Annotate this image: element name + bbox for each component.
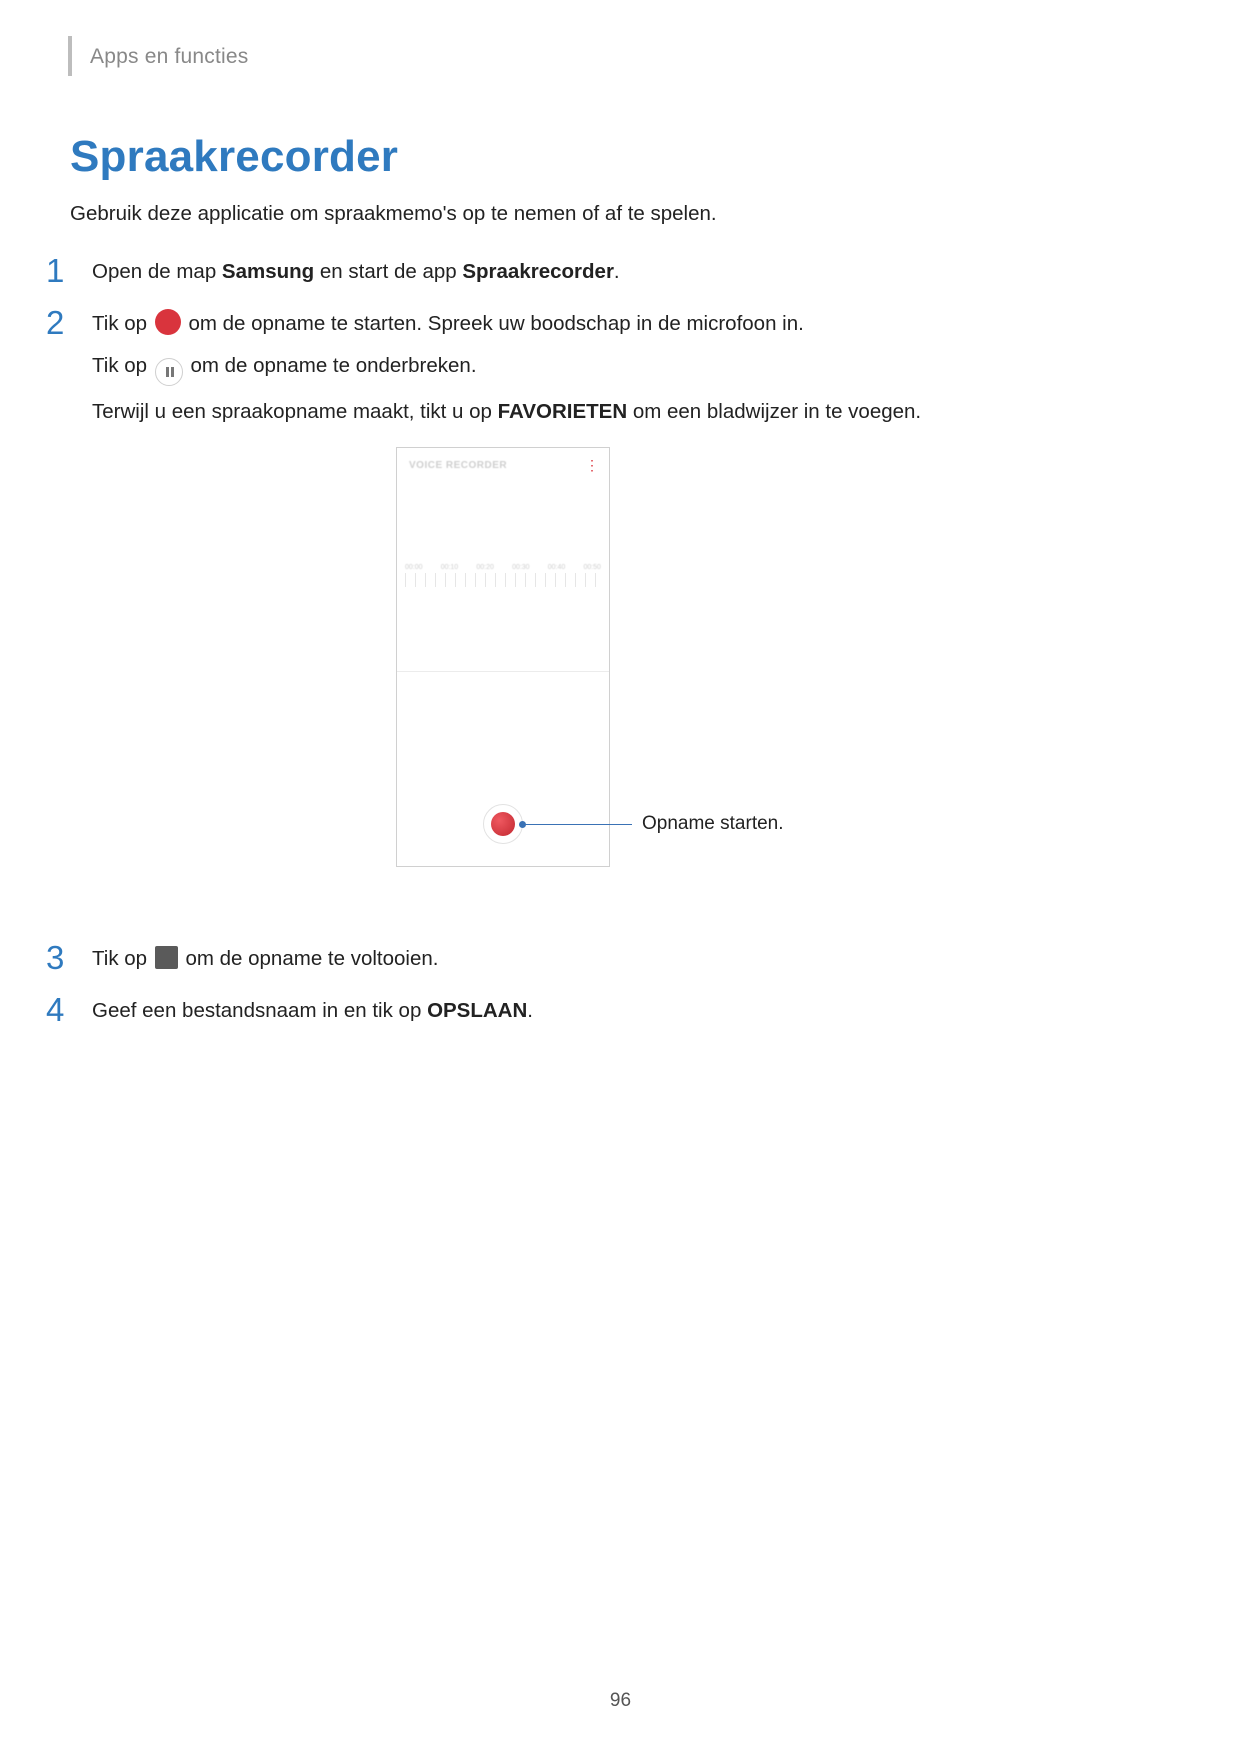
tick: 00:30 xyxy=(512,564,530,571)
figure-voice-recorder: VOICE RECORDER ⋮ 00:00 00:10 00:20 00:30… xyxy=(46,447,1171,907)
text: Tik op xyxy=(92,947,153,970)
tick: 00:40 xyxy=(548,564,566,571)
text: om een bladwijzer in te voegen. xyxy=(627,400,921,423)
phone-timeline: 00:00 00:10 00:20 00:30 00:40 00:50 xyxy=(397,564,609,587)
text: om de opname te onderbreken. xyxy=(185,354,477,377)
header-bar: Apps en functies xyxy=(68,38,1171,76)
tick: 00:20 xyxy=(476,564,494,571)
stop-icon xyxy=(155,946,178,969)
phone-separator xyxy=(397,671,609,672)
page-title: Spraakrecorder xyxy=(70,132,1171,182)
document-page: Apps en functies Spraakrecorder Gebruik … xyxy=(0,0,1241,1754)
step-1: 1 Open de map Samsung en start de app Sp… xyxy=(46,254,1171,288)
text: en start de app xyxy=(314,260,462,283)
header-rule xyxy=(68,36,72,76)
callout-label: Opname starten. xyxy=(642,813,784,835)
bold-text: Samsung xyxy=(222,260,314,283)
intro-paragraph: Gebruik deze applicatie om spraakmemo's … xyxy=(70,202,1171,226)
bold-text: Spraakrecorder xyxy=(462,260,614,283)
breadcrumb: Apps en functies xyxy=(90,45,248,69)
record-icon xyxy=(491,812,515,836)
bold-text: FAVORIETEN xyxy=(498,400,627,423)
more-icon: ⋮ xyxy=(585,458,599,472)
text: Tik op xyxy=(92,354,153,377)
tick: 00:00 xyxy=(405,564,423,571)
timeline-ticks: 00:00 00:10 00:20 00:30 00:40 00:50 xyxy=(405,564,601,571)
phone-header: VOICE RECORDER ⋮ xyxy=(397,448,609,478)
step-body: Tik op om de opname te voltooien. xyxy=(92,941,438,975)
phone-screenshot: VOICE RECORDER ⋮ 00:00 00:10 00:20 00:30… xyxy=(396,447,610,867)
callout-line xyxy=(524,824,632,825)
step-body: Tik op om de opname te starten. Spreek u… xyxy=(92,306,921,428)
record-button xyxy=(483,804,523,844)
record-icon xyxy=(155,309,181,335)
step-2: 2 Tik op om de opname te starten. Spreek… xyxy=(46,306,1171,428)
text: . xyxy=(614,260,620,283)
phone-app-title: VOICE RECORDER xyxy=(409,460,507,471)
ruler xyxy=(405,573,601,587)
step-body: Geef een bestandsnaam in en tik op OPSLA… xyxy=(92,993,533,1027)
step-number: 4 xyxy=(46,993,92,1026)
tick: 00:10 xyxy=(441,564,459,571)
page-number: 96 xyxy=(0,1690,1241,1712)
text: om de opname te voltooien. xyxy=(180,947,439,970)
step-number: 2 xyxy=(46,306,92,339)
bold-text: OPSLAAN xyxy=(427,999,527,1022)
text: om de opname te starten. Spreek uw boods… xyxy=(183,312,804,335)
step-3: 3 Tik op om de opname te voltooien. xyxy=(46,941,1171,975)
step-4: 4 Geef een bestandsnaam in en tik op OPS… xyxy=(46,993,1171,1027)
text: . xyxy=(527,999,533,1022)
step-number: 1 xyxy=(46,254,92,287)
text: Open de map xyxy=(92,260,222,283)
step-number: 3 xyxy=(46,941,92,974)
tick: 00:50 xyxy=(583,564,601,571)
steps-list: 1 Open de map Samsung en start de app Sp… xyxy=(46,254,1171,1027)
pause-icon xyxy=(155,358,183,386)
step-body: Open de map Samsung en start de app Spra… xyxy=(92,254,620,288)
text: Terwijl u een spraakopname maakt, tikt u… xyxy=(92,400,498,423)
text: Geef een bestandsnaam in en tik op xyxy=(92,999,427,1022)
text: Tik op xyxy=(92,312,153,335)
